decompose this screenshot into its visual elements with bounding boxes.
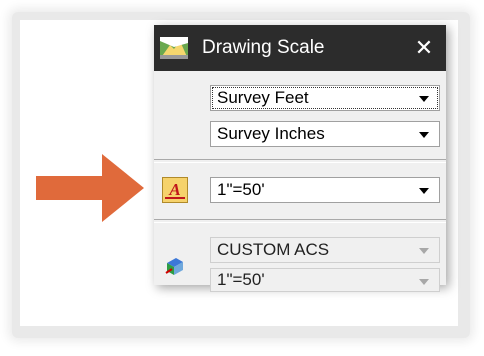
chevron-down-icon bbox=[419, 132, 429, 138]
drawing-scale-panel: Drawing Scale ✕ Survey Feet Survey Inche… bbox=[154, 25, 446, 292]
title-bar: Drawing Scale ✕ bbox=[154, 25, 446, 71]
close-button[interactable]: ✕ bbox=[402, 25, 446, 71]
annotation-scale-select[interactable]: 1"=50' bbox=[210, 177, 440, 203]
annotation-scale-value: 1"=50' bbox=[217, 180, 265, 199]
divider bbox=[154, 159, 446, 163]
acs-value: CUSTOM ACS bbox=[217, 240, 330, 259]
close-icon: ✕ bbox=[414, 35, 434, 60]
chevron-down-icon bbox=[419, 96, 429, 102]
master-units-select[interactable]: Survey Feet bbox=[210, 85, 440, 111]
svg-text:A: A bbox=[168, 180, 180, 199]
window-title: Drawing Scale bbox=[202, 37, 325, 58]
divider bbox=[154, 219, 446, 223]
annotation-scale-icon[interactable]: A bbox=[162, 177, 188, 203]
chevron-down-icon bbox=[419, 248, 429, 254]
master-units-value: Survey Feet bbox=[217, 88, 309, 107]
arrow-right-icon bbox=[36, 154, 144, 222]
drawing-scale-icon bbox=[160, 37, 188, 59]
acs-scale-select: 1"=50' bbox=[210, 268, 440, 292]
sub-units-value: Survey Inches bbox=[217, 124, 325, 143]
acs-scale-value: 1"=50' bbox=[217, 270, 265, 289]
chevron-down-icon bbox=[419, 188, 429, 194]
sub-units-select[interactable]: Survey Inches bbox=[210, 121, 440, 147]
acs-icon[interactable] bbox=[164, 255, 186, 277]
acs-select: CUSTOM ACS bbox=[210, 237, 440, 263]
chevron-down-icon bbox=[419, 279, 429, 285]
